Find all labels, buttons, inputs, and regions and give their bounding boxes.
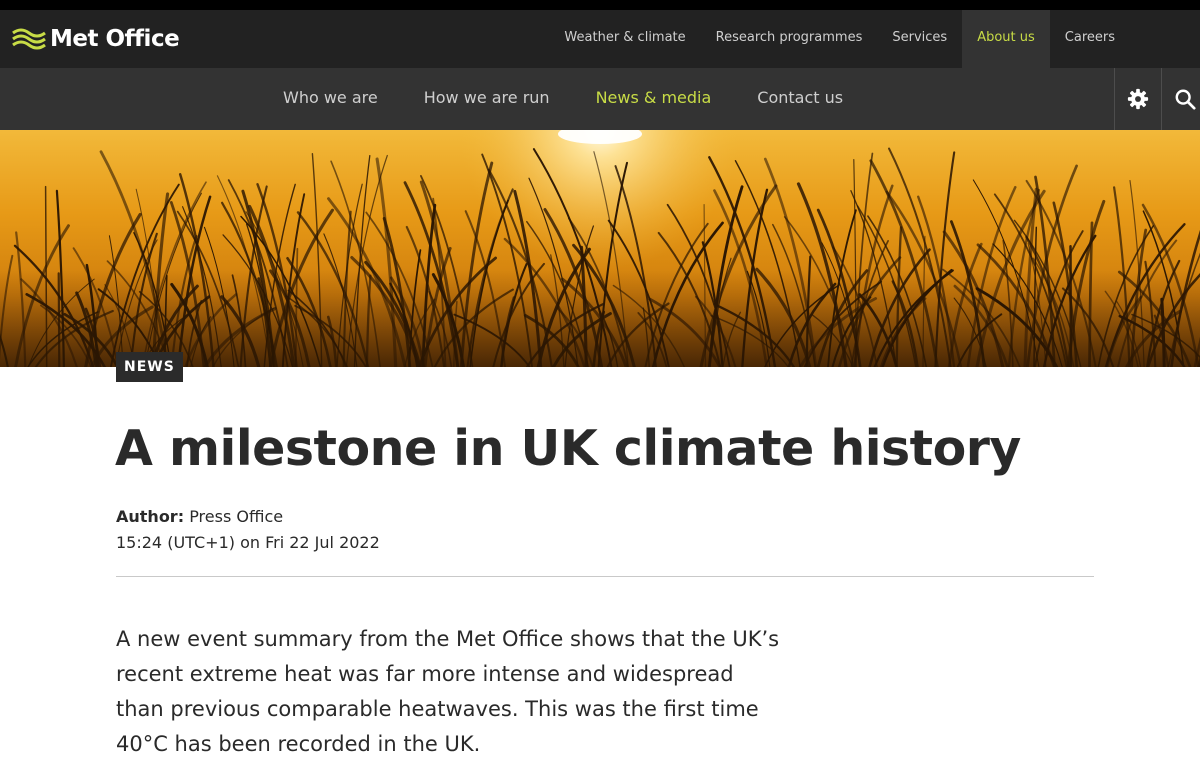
primary-nav-services[interactable]: Services (877, 10, 962, 68)
secondary-nav-how-we-are-run[interactable]: How we are run (401, 68, 573, 130)
author-name: Press Office (189, 507, 284, 526)
primary-nav: Weather & climate Research programmes Se… (549, 10, 1200, 68)
article-meta: Author: Press Office 15:24 (UTC+1) on Fr… (116, 504, 380, 556)
settings-button[interactable] (1114, 68, 1161, 130)
primary-nav-careers[interactable]: Careers (1050, 10, 1130, 68)
secondary-nav: Who we are How we are run News & media C… (260, 68, 866, 130)
article-title: A milestone in UK climate history (115, 420, 1021, 477)
search-icon (1175, 89, 1196, 110)
primary-nav-about-us[interactable]: About us (962, 10, 1050, 68)
primary-nav-research-programmes[interactable]: Research programmes (701, 10, 878, 68)
secondary-nav-news-media[interactable]: News & media (573, 68, 735, 130)
search-button[interactable] (1161, 68, 1200, 130)
logo-waves-icon (12, 28, 46, 50)
section-nav-bar: Who we are How we are run News & media C… (0, 68, 1200, 130)
site-header: Met Office Weather & climate Research pr… (0, 10, 1200, 68)
article-lead-paragraph: A new event summary from the Met Office … (116, 627, 780, 756)
news-tag[interactable]: NEWS (116, 352, 183, 382)
secondary-nav-contact-us[interactable]: Contact us (734, 68, 866, 130)
sunset-grass-image (0, 130, 1200, 367)
gear-icon (1127, 88, 1149, 110)
secondary-nav-who-we-are[interactable]: Who we are (260, 68, 401, 130)
author-line: Author: Press Office (116, 504, 380, 530)
hero-image (0, 130, 1200, 367)
top-strip (0, 0, 1200, 10)
logo-text: Met Office (50, 26, 180, 52)
divider (116, 576, 1094, 577)
primary-nav-weather-climate[interactable]: Weather & climate (549, 10, 700, 68)
grass-blade (57, 272, 61, 367)
met-office-logo[interactable]: Met Office (12, 24, 180, 54)
author-label: Author: (116, 507, 185, 526)
published-date: 15:24 (UTC+1) on Fri 22 Jul 2022 (116, 533, 380, 552)
